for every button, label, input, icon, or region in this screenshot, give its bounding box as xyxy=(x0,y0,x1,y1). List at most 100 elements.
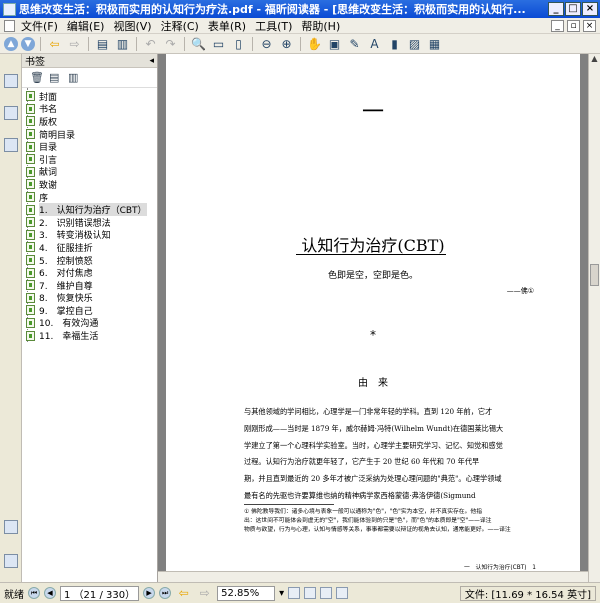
new-bookmark-icon[interactable]: ▤ xyxy=(49,71,62,84)
attachments-tab-icon[interactable] xyxy=(4,554,18,568)
select-text-icon[interactable]: ✎ xyxy=(346,36,363,52)
vertical-scrollbar[interactable]: ▲ xyxy=(588,54,600,582)
bookmark-item[interactable]: 6. 对付焦虑 xyxy=(22,266,157,279)
horizontal-scrollbar[interactable] xyxy=(158,571,588,582)
maximize-button[interactable]: □ xyxy=(565,2,581,16)
zoom-out-icon[interactable]: ⊖ xyxy=(258,36,275,52)
bookmark-icon xyxy=(26,255,35,266)
zoom-tool-icon[interactable]: 🔍 xyxy=(190,36,207,52)
toolbar-separator xyxy=(136,36,137,51)
doc-close-button[interactable]: × xyxy=(583,19,596,32)
bookmark-item[interactable]: 致谢 xyxy=(22,178,157,191)
single-page-icon[interactable] xyxy=(288,587,301,599)
bookmark-label: 8. 恢复快乐 xyxy=(39,294,93,305)
bookmark-item[interactable]: 引言 xyxy=(22,153,157,166)
first-page-icon[interactable]: ⏮ xyxy=(28,587,40,599)
body-text: 与其他领域的学问相比，心理学是一门非常年轻的学科。直到 120 年前，它才 刚刚… xyxy=(244,404,538,505)
bookmark-item[interactable]: 序 xyxy=(22,191,157,204)
doc-minimize-button[interactable]: _ xyxy=(551,19,564,32)
menu-help[interactable]: 帮助(H) xyxy=(301,18,340,34)
zoom-dropdown-icon[interactable]: ▾ xyxy=(279,588,284,599)
undo-icon[interactable]: ↶ xyxy=(142,36,159,52)
bookmark-icon xyxy=(26,116,35,127)
continuous-facing-icon[interactable] xyxy=(336,587,349,599)
scroll-up-icon[interactable]: ▲ xyxy=(4,36,18,51)
history-back-icon[interactable]: ⇦ xyxy=(175,585,192,601)
delete-bookmark-icon[interactable]: 🗑 xyxy=(30,71,44,84)
history-forward-icon[interactable]: ⇨ xyxy=(196,585,213,601)
bookmark-item[interactable]: 4. 征服挂折 xyxy=(22,241,157,254)
bookmark-item[interactable]: 8. 恢复快乐 xyxy=(22,292,157,305)
extract-page-icon[interactable]: ▤ xyxy=(94,36,111,52)
bookmark-label: 9. 掌控自己 xyxy=(39,306,93,317)
continuous-page-icon[interactable] xyxy=(304,587,317,599)
bookmark-item[interactable]: 目录 xyxy=(22,140,157,153)
menu-comment[interactable]: 注释(C) xyxy=(161,18,199,34)
menu-view[interactable]: 视图(V) xyxy=(113,18,151,34)
bookmark-icon xyxy=(26,317,35,328)
bookmark-item[interactable]: 7. 维护自尊 xyxy=(22,279,157,292)
layers-tab-icon[interactable] xyxy=(4,138,18,152)
menu-edit[interactable]: 编辑(E) xyxy=(67,18,105,34)
redo-icon[interactable]: ↷ xyxy=(162,36,179,52)
scroll-thumb[interactable] xyxy=(590,264,599,286)
typewriter-icon[interactable]: A xyxy=(366,36,383,52)
bookmark-icon xyxy=(26,129,35,140)
bookmark-item[interactable]: 10. 有效沟通 xyxy=(22,317,157,330)
bookmark-label: 版权 xyxy=(39,117,58,128)
zoom-in-icon[interactable]: ⊕ xyxy=(278,36,295,52)
toolbar-separator xyxy=(300,36,301,51)
scroll-down-icon[interactable]: ▼ xyxy=(21,36,35,51)
chapter-number: 一 xyxy=(361,100,384,125)
toolbar-separator xyxy=(252,36,253,51)
zoom-field[interactable]: 52.85% xyxy=(217,585,276,601)
scroll-up-arrow-icon[interactable]: ▲ xyxy=(589,54,600,66)
bookmark-item[interactable]: 3. 转变消极认知 xyxy=(22,229,157,241)
status-ready: 就绪 xyxy=(4,589,24,601)
bookmark-item[interactable]: 11. 幸福生活 xyxy=(22,329,157,342)
image-tool-icon[interactable]: ▨ xyxy=(406,36,423,52)
menu-tools[interactable]: 工具(T) xyxy=(255,18,292,34)
bookmark-item[interactable]: 封面 xyxy=(22,90,157,103)
snapshot-icon[interactable]: ▣ xyxy=(326,36,343,52)
fit-width-icon[interactable]: ▯ xyxy=(230,36,247,52)
comments-tab-icon[interactable] xyxy=(4,520,18,534)
body-line: 与其他领域的学问相比，心理学是一门非常年轻的学科。直到 120 年前，它才 xyxy=(244,407,493,416)
bookmark-list: 封面 书名版权 简明目录 目录 引言 献词 致谢序 1. 认知行为治疗（CBT） 2. 识别错误… xyxy=(22,88,157,342)
last-page-icon[interactable]: ⏭ xyxy=(159,587,172,599)
close-button[interactable]: × xyxy=(582,2,598,16)
prev-page-icon[interactable]: ◀ xyxy=(44,587,56,599)
hand-tool-icon[interactable]: ✋ xyxy=(306,36,323,52)
bookmark-item[interactable]: 简明目录 xyxy=(22,128,157,141)
bookmark-label: 10. 有效沟通 xyxy=(39,319,99,330)
bookmark-tool-icon[interactable]: ▮ xyxy=(386,36,403,52)
fit-page-icon[interactable]: ▭ xyxy=(210,36,227,52)
bookmark-item[interactable]: 2. 识别错误想法 xyxy=(22,216,157,229)
bookmark-icon xyxy=(26,217,35,228)
bookmark-item[interactable]: 献词 xyxy=(22,166,157,178)
bookmark-item[interactable]: 1. 认知行为治疗（CBT） xyxy=(22,203,157,217)
bookmark-item[interactable]: 5. 控制愤怒 xyxy=(22,254,157,267)
insert-page-icon[interactable]: ▥ xyxy=(114,36,131,52)
pages-tab-icon[interactable] xyxy=(4,106,18,120)
note-tool-icon[interactable]: ▦ xyxy=(426,36,443,52)
bookmark-icon xyxy=(26,192,35,203)
next-page-icon[interactable]: ▶ xyxy=(143,587,156,599)
menu-form[interactable]: 表单(R) xyxy=(208,18,246,34)
back-arrow-icon[interactable]: ⇦ xyxy=(46,36,63,52)
forward-arrow-icon[interactable]: ⇨ xyxy=(66,36,83,52)
minimize-button[interactable]: _ xyxy=(548,2,564,16)
footnote-line: ① 佛陀教导我们：诸多心境与表象一般可以通称为"色"，"色"实为本空，并不真实存… xyxy=(244,509,482,515)
menu-file[interactable]: 文件(F) xyxy=(21,18,58,34)
collapse-panel-icon[interactable]: ◂ xyxy=(149,56,154,66)
facing-page-icon[interactable] xyxy=(320,587,333,599)
bookmark-item[interactable]: 9. 掌控自己 xyxy=(22,304,157,317)
bookmark-label: 5. 控制愤怒 xyxy=(39,256,93,267)
bookmarks-tab-icon[interactable] xyxy=(4,74,18,88)
doc-restore-button[interactable]: ▫ xyxy=(567,19,580,32)
bookmark-properties-icon[interactable]: ▥ xyxy=(68,71,81,84)
bookmark-item[interactable]: 版权 xyxy=(22,115,157,128)
bookmark-label: 2. 识别错误想法 xyxy=(39,218,111,229)
bookmark-item[interactable]: 书名 xyxy=(22,103,157,115)
page-number-field[interactable]: 1 （21 / 330） xyxy=(60,585,140,601)
